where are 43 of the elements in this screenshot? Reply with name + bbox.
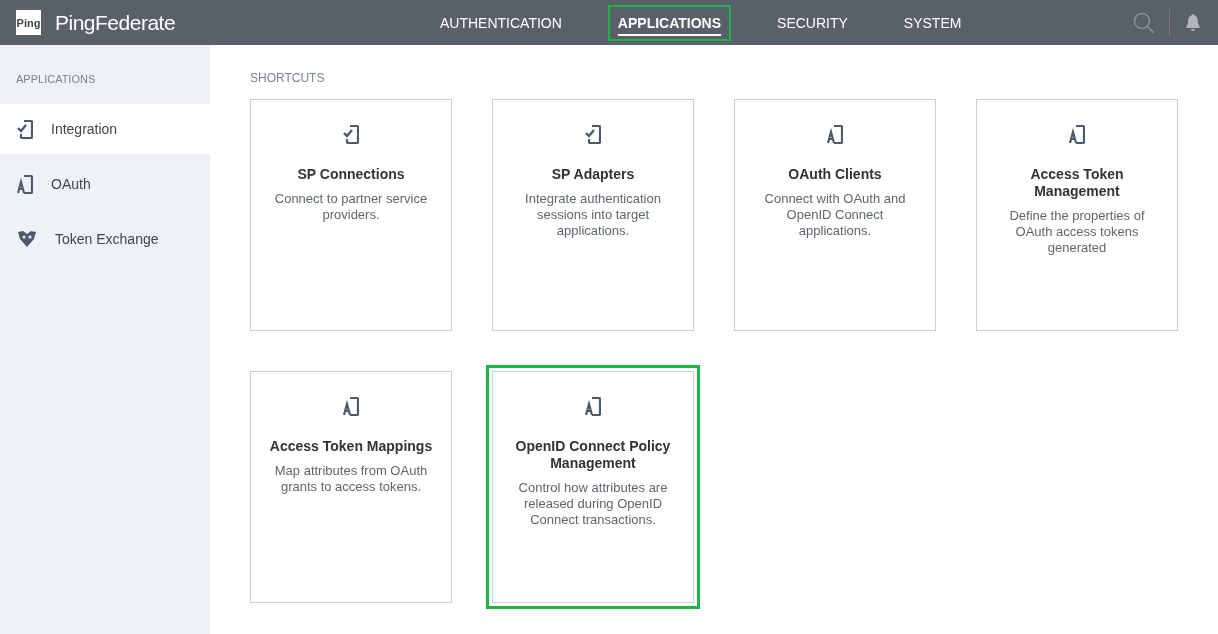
checked-device-icon (343, 124, 359, 144)
nav-tab[interactable]: SECURITY (767, 4, 858, 41)
nav-tab[interactable]: APPLICATIONS (607, 4, 732, 41)
card-title: Access Token Mappings (269, 438, 433, 455)
product-name: PingFederate (55, 10, 176, 35)
shortcut-card[interactable]: SP Adapters Integrate authentication sessions into target applications. (492, 99, 694, 331)
bell-icon[interactable] (1184, 12, 1202, 33)
nav-tab[interactable]: SYSTEM (893, 4, 972, 41)
letter-device-icon (17, 174, 33, 194)
sidebar-heading: APPLICATIONS (15, 72, 97, 87)
checked-device-icon (17, 119, 33, 139)
card-title: SP Connections (297, 166, 405, 183)
card-description: Connect to partner service providers. (273, 191, 429, 223)
card-title: OpenID Connect Policy Management (514, 438, 672, 472)
shortcut-card[interactable]: Access Token Management Define the properties of OAuth access tokens generated (976, 99, 1178, 331)
letter-device-icon (827, 124, 843, 144)
card-title: Access Token Management (1029, 166, 1125, 200)
exchange-shield-icon (17, 230, 37, 248)
letter-device-icon (1069, 124, 1085, 144)
sidebar-item-label: Integration (51, 121, 118, 137)
shortcut-card[interactable]: Access Token Mappings Map attributes from OAuth grants to access tokens. (250, 371, 452, 603)
sidebar-item-label: OAuth (51, 176, 91, 192)
card-description: Integrate authentication sessions into target applications. (524, 191, 662, 239)
sidebar-item[interactable]: OAuth (0, 159, 210, 209)
letter-device-icon (343, 396, 359, 416)
card-description: Connect with OAuth and OpenID Connect applications. (763, 191, 907, 239)
card-description: Define the properties of OAuth access tokens generated (1008, 208, 1146, 256)
card-title: SP Adapters (551, 166, 635, 183)
letter-device-icon (585, 396, 601, 416)
shortcut-card[interactable]: OpenID Connect Policy Management Control how attributes are released during OpenID Connect transactions. (492, 371, 694, 603)
sidebar-item[interactable]: Token Exchange (0, 214, 210, 264)
logo-badge: Ping (16, 10, 41, 35)
sidebar-item[interactable]: Integration (0, 104, 210, 154)
sidebar-item-label: Token Exchange (55, 231, 159, 247)
shortcut-card[interactable]: SP Connections Connect to partner service providers. (250, 99, 452, 331)
search-icon[interactable] (1133, 11, 1155, 34)
card-description: Control how attributes are released during OpenID Connect transactions. (517, 480, 669, 528)
nav-tab[interactable]: AUTHENTICATION (430, 4, 572, 41)
shortcut-card[interactable]: OAuth Clients Connect with OAuth and OpenID Connect applications. (734, 99, 936, 331)
card-description: Map attributes from OAuth grants to access tokens. (273, 463, 429, 495)
card-title: OAuth Clients (788, 166, 882, 183)
section-heading: SHORTCUTS (250, 71, 326, 85)
checked-device-icon (585, 124, 601, 144)
